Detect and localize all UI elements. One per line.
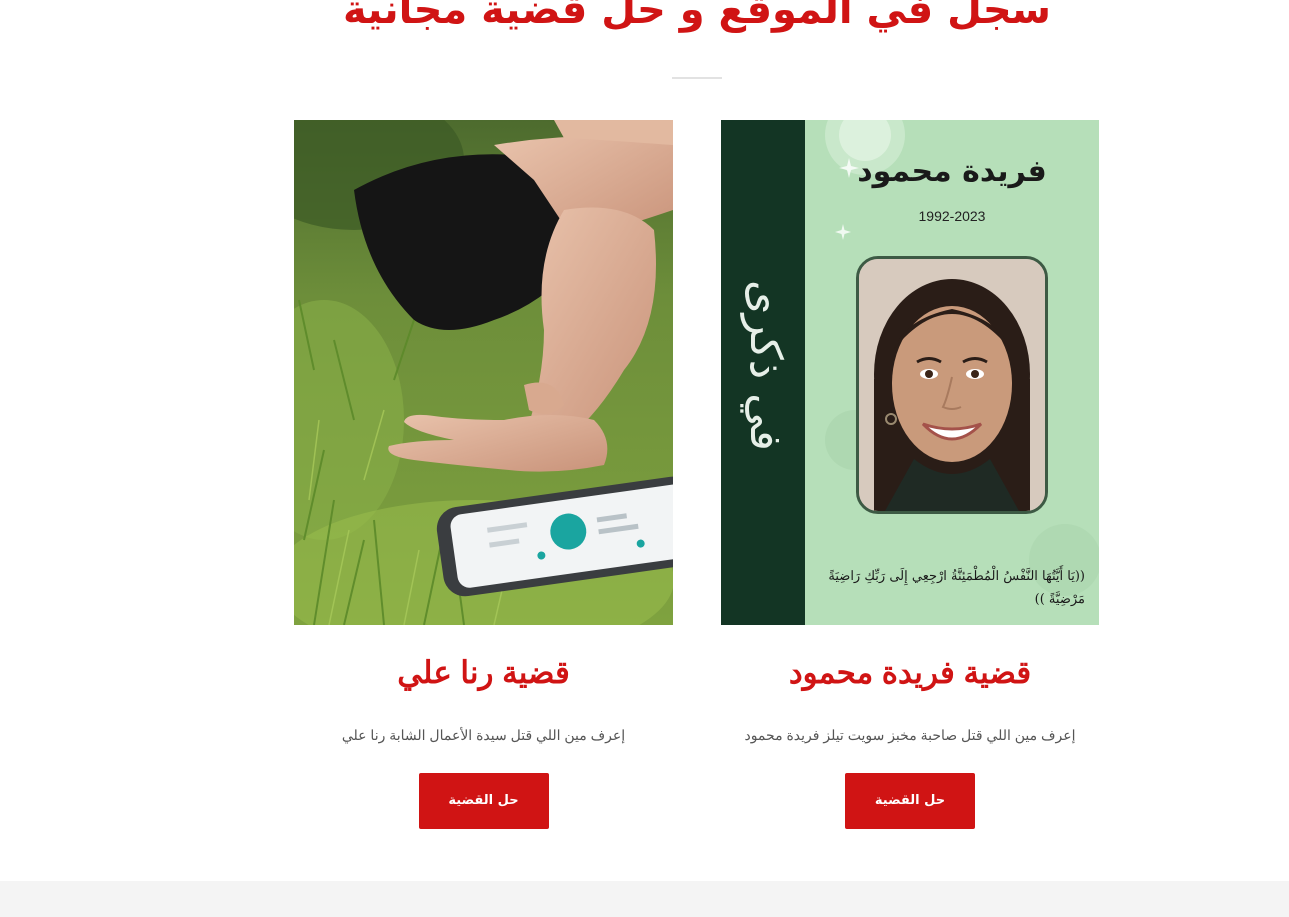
case-card-rana-ali: قضية رنا علي إعرف مين اللي قتل سيدة الأع… bbox=[294, 120, 673, 829]
solve-case-button-farida-mahmoud[interactable]: حل القضية bbox=[845, 773, 975, 829]
case-description-farida-mahmoud: إعرف مين اللي قتل صاحبة مخبز سويت تيلز ف… bbox=[744, 727, 1076, 743]
solve-case-button-rana-ali[interactable]: حل القضية bbox=[418, 773, 549, 829]
case-image-rana-ali bbox=[294, 120, 673, 625]
poster-verse: ((يَا أَيَّتُهَا النَّفْسُ الْمُطْمَئِنَ… bbox=[805, 565, 1095, 611]
footer-band bbox=[0, 881, 1289, 917]
poster-name: فريدة محمود bbox=[857, 154, 1047, 189]
case-description-rana-ali: إعرف مين اللي قتل سيدة الأعمال الشابة رن… bbox=[341, 727, 626, 743]
title-divider bbox=[672, 77, 722, 79]
case-title-rana-ali: قضية رنا علي bbox=[397, 655, 570, 690]
case-image-farida-mahmoud: في ذكرى فريدة محمود 1992-2023 ((يَا أَيَ… bbox=[721, 120, 1099, 625]
page-title: سجل في الموقع و حل قضية مجانية bbox=[342, 0, 1052, 33]
poster-verse-line-1: ((يَا أَيَّتُهَا النَّفْسُ الْمُطْمَئِنَ… bbox=[828, 569, 1085, 584]
case-title-farida-mahmoud: قضية فريدة محمود bbox=[788, 655, 1032, 690]
poster-in-memory-text: في ذكرى bbox=[740, 279, 791, 451]
poster-years: 1992-2023 bbox=[918, 208, 986, 224]
poster-verse-line-2: مَرْضِيَّةً )) bbox=[1034, 592, 1085, 607]
portrait-photo bbox=[856, 256, 1048, 514]
case-card-farida-mahmoud: في ذكرى فريدة محمود 1992-2023 ((يَا أَيَ… bbox=[721, 120, 1099, 829]
